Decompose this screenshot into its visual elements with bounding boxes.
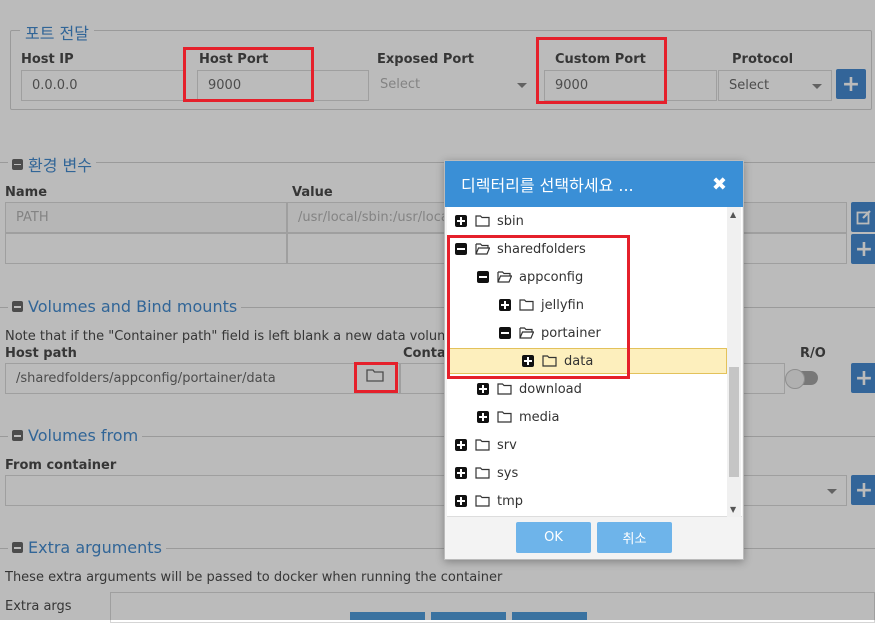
folder-icon [497,411,512,423]
tree-node-label: srv [497,437,517,453]
scroll-up-arrow-icon[interactable]: ▲ [730,210,736,219]
scrollbar-thumb[interactable] [729,367,739,477]
expand-node-icon[interactable] [477,383,489,395]
folder-icon [475,495,490,507]
tree-node-tmp[interactable]: tmp [455,488,523,514]
tree-node-label: sys [497,465,519,481]
container-edit-page: 포트 전달 Host IP 0.0.0.0 Host Port 9000 Exp… [0,0,875,623]
tree-node-media[interactable]: media [477,404,560,430]
dialog-header: 디렉터리를 선택하세요 ... ✖ [445,161,743,207]
tree-node-srv[interactable]: srv [455,432,517,458]
expand-node-icon[interactable] [455,215,467,227]
close-icon[interactable]: ✖ [712,174,727,195]
folder-icon [475,439,490,451]
tree-node-sys[interactable]: sys [455,460,518,486]
tree-node-label: download [519,381,582,397]
tree-node-download[interactable]: download [477,376,582,402]
scroll-down-arrow-icon[interactable]: ▼ [730,505,736,514]
expand-node-icon[interactable] [455,495,467,507]
tree-node-sbin[interactable]: sbin [455,208,524,234]
folder-icon [475,215,490,227]
annotation-box-tree-path [447,235,630,379]
expand-node-icon[interactable] [455,439,467,451]
expand-node-icon[interactable] [477,411,489,423]
ok-button[interactable]: OK [516,522,591,553]
tree-node-label: sbin [497,213,524,229]
expand-node-icon[interactable] [455,467,467,479]
tree-node-label: tmp [497,493,524,509]
annotation-box-folder-button [354,362,398,393]
cancel-button[interactable]: 취소 [597,522,672,553]
annotation-box-host-port [183,47,314,102]
tree-node-label: media [519,409,560,425]
tree-scrollbar[interactable]: ▲ ▼ [727,207,741,517]
folder-icon [475,467,490,479]
annotation-box-custom-port [536,37,667,104]
dialog-title: 디렉터리를 선택하세요 ... [461,176,634,195]
folder-icon [497,383,512,395]
